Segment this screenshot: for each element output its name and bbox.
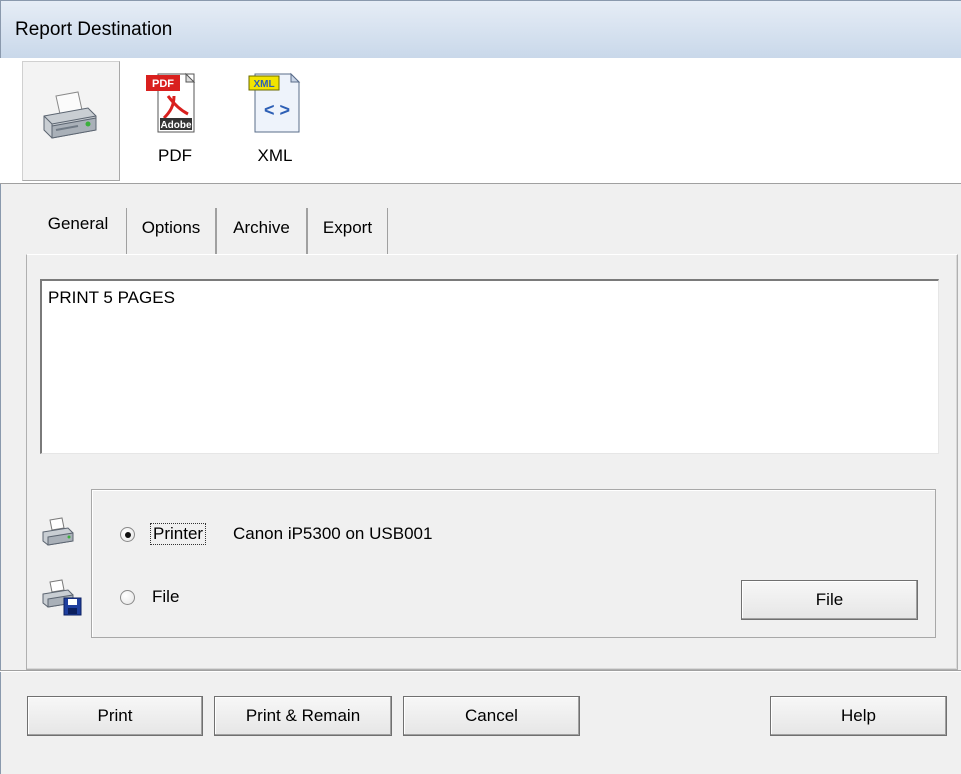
cancel-button-label: Cancel [465,706,518,725]
xml-badge-text: XML [253,79,274,90]
help-button[interactable]: Help [770,696,947,736]
report-description-text: PRINT 5 PAGES [48,288,175,307]
xml-code-glyph: < > [264,100,290,120]
destination-toolbar: PDF Adobe PDF XML < > XML [0,58,961,184]
tab-options[interactable]: Options [126,208,216,254]
printer-small-icon [42,517,74,546]
tab-general-label: General [47,214,109,233]
tab-options-label: Options [141,218,201,237]
adobe-label: Adobe [160,120,192,131]
tab-archive[interactable]: Archive [216,208,307,254]
tab-archive-label: Archive [233,218,290,237]
destination-pdf-button[interactable]: PDF Adobe PDF [140,58,210,178]
pdf-badge-text: PDF [152,78,174,90]
help-button-label: Help [841,706,876,725]
title-bar: Report Destination [0,0,961,58]
file-button-label: File [815,590,844,609]
file-radio[interactable] [120,590,135,605]
printer-radio-dot [125,532,131,538]
tab-export-label: Export [322,218,373,237]
cancel-button[interactable]: Cancel [403,696,580,736]
window-title: Report Destination [15,19,173,40]
printer-radio[interactable] [120,527,135,542]
file-button[interactable]: File [741,580,918,620]
printer-name: Canon iP5300 on USB001 [233,524,433,543]
print-button[interactable]: Print [27,696,203,736]
destination-pdf-label: PDF [158,146,192,165]
print-and-remain-button[interactable]: Print & Remain [214,696,392,736]
print-button-label: Print [97,706,133,725]
destination-xml-label: XML [257,146,293,165]
pdf-file-icon: PDF Adobe [146,72,196,133]
file-radio-label[interactable]: File [152,587,179,607]
tab-export[interactable]: Export [307,208,388,254]
destination-xml-button[interactable]: XML < > XML [240,58,310,178]
print-and-remain-label: Print & Remain [245,706,361,725]
destination-printer-button[interactable] [22,61,120,181]
dialog-separator [0,670,961,672]
xml-file-icon: XML < > [248,72,301,133]
report-description-textbox[interactable]: PRINT 5 PAGES [40,279,939,454]
printer-radio-label[interactable]: Printer [150,523,207,545]
printer-to-file-icon [42,579,82,616]
printer-icon [43,91,97,139]
tab-general[interactable]: General [30,204,126,256]
